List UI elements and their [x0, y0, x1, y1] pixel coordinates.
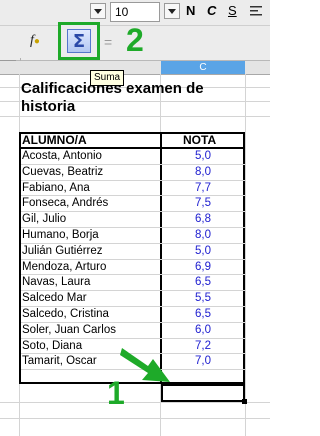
- grade-cell[interactable]: 5,0: [162, 244, 244, 259]
- grade-cell[interactable]: 6,0: [162, 323, 244, 338]
- table-row[interactable]: Navas, Laura 6,5: [21, 275, 245, 290]
- grade-cell[interactable]: 6,5: [162, 307, 244, 322]
- gridline: [0, 418, 270, 419]
- table-row[interactable]: Salcedo, Cristina 6,5: [21, 307, 245, 322]
- table-row[interactable]: Gil, Julio 6,8: [21, 212, 245, 227]
- header-name: ALUMNO/A: [22, 133, 87, 147]
- font-size-dropdown-button[interactable]: [164, 3, 180, 19]
- student-name-cell[interactable]: Soler, Juan Carlos: [22, 323, 116, 338]
- sum-tooltip: Suma: [90, 70, 125, 86]
- table-row[interactable]: Fabiano, Ana 7,7: [21, 181, 245, 196]
- student-name-cell[interactable]: Julián Gutiérrez: [22, 244, 103, 259]
- grade-cell[interactable]: 7,7: [162, 181, 244, 196]
- column-header-c[interactable]: C: [161, 61, 245, 74]
- grade-cell[interactable]: 8,0: [162, 228, 244, 243]
- align-left-icon[interactable]: [248, 3, 264, 19]
- student-name-cell[interactable]: Cuevas, Beatriz: [22, 165, 103, 180]
- font-name-dropdown-button[interactable]: [90, 3, 106, 19]
- font-size-field[interactable]: 10: [110, 2, 160, 22]
- chevron-down-icon: [94, 8, 102, 14]
- underline-button[interactable]: S: [228, 3, 237, 19]
- table-row[interactable]: Acosta, Antonio 5,0: [21, 149, 245, 164]
- table-row[interactable]: Mendoza, Arturo 6,9: [21, 260, 245, 275]
- student-name-cell[interactable]: Salcedo Mar: [22, 291, 87, 306]
- green-arrow-icon: [120, 348, 170, 382]
- sigma-icon: Σ: [72, 30, 86, 52]
- bold-button[interactable]: N: [186, 3, 195, 19]
- grade-cell[interactable]: 5,0: [162, 149, 244, 164]
- student-name-cell[interactable]: Fonseca, Andrés: [22, 196, 108, 211]
- student-name-cell[interactable]: Mendoza, Arturo: [22, 260, 106, 275]
- function-wizard-icon[interactable]: f●: [30, 33, 40, 49]
- table-row[interactable]: Salcedo Mar 5,5: [21, 291, 245, 306]
- sum-button[interactable]: Σ: [67, 29, 91, 53]
- grade-cell[interactable]: 8,0: [162, 165, 244, 180]
- student-name-cell[interactable]: Humano, Borja: [22, 228, 99, 243]
- student-name-cell[interactable]: Navas, Laura: [22, 275, 90, 290]
- student-name-cell[interactable]: Gil, Julio: [22, 212, 66, 227]
- gridline: [0, 116, 270, 117]
- table-row[interactable]: Soler, Juan Carlos 6,0: [21, 323, 245, 338]
- student-name-cell[interactable]: Salcedo, Cristina: [22, 307, 109, 322]
- grade-cell[interactable]: 6,9: [162, 260, 244, 275]
- gridline: [245, 74, 246, 436]
- grade-cell[interactable]: 7,5: [162, 196, 244, 211]
- table-row[interactable]: Julián Gutiérrez 5,0: [21, 244, 245, 259]
- grade-cell[interactable]: 5,5: [162, 291, 244, 306]
- student-name-cell[interactable]: Tamarit, Oscar: [22, 354, 97, 369]
- function-equals-icon[interactable]: =: [104, 34, 112, 50]
- sum-highlight-box: Σ: [58, 22, 100, 60]
- sheet-title: Calificaciones examen de historia: [21, 80, 204, 115]
- fill-handle[interactable]: [242, 399, 247, 404]
- student-name-cell[interactable]: Fabiano, Ana: [22, 181, 90, 196]
- grade-cell[interactable]: 6,8: [162, 212, 244, 227]
- chevron-down-icon: [168, 8, 176, 14]
- grade-cell[interactable]: 6,5: [162, 275, 244, 290]
- gridline: [0, 402, 270, 403]
- step-2-label: 2: [126, 22, 144, 58]
- student-name-cell[interactable]: Acosta, Antonio: [22, 149, 102, 164]
- table-row[interactable]: Fonseca, Andrés 7,5: [21, 196, 245, 211]
- table-row[interactable]: Humano, Borja 8,0: [21, 228, 245, 243]
- table-row[interactable]: Cuevas, Beatriz 8,0: [21, 165, 245, 180]
- step-1-label: 1: [107, 375, 125, 411]
- header-grade: NOTA: [183, 133, 217, 147]
- student-name-cell[interactable]: Soto, Diana: [22, 339, 82, 354]
- italic-button[interactable]: C: [207, 3, 216, 19]
